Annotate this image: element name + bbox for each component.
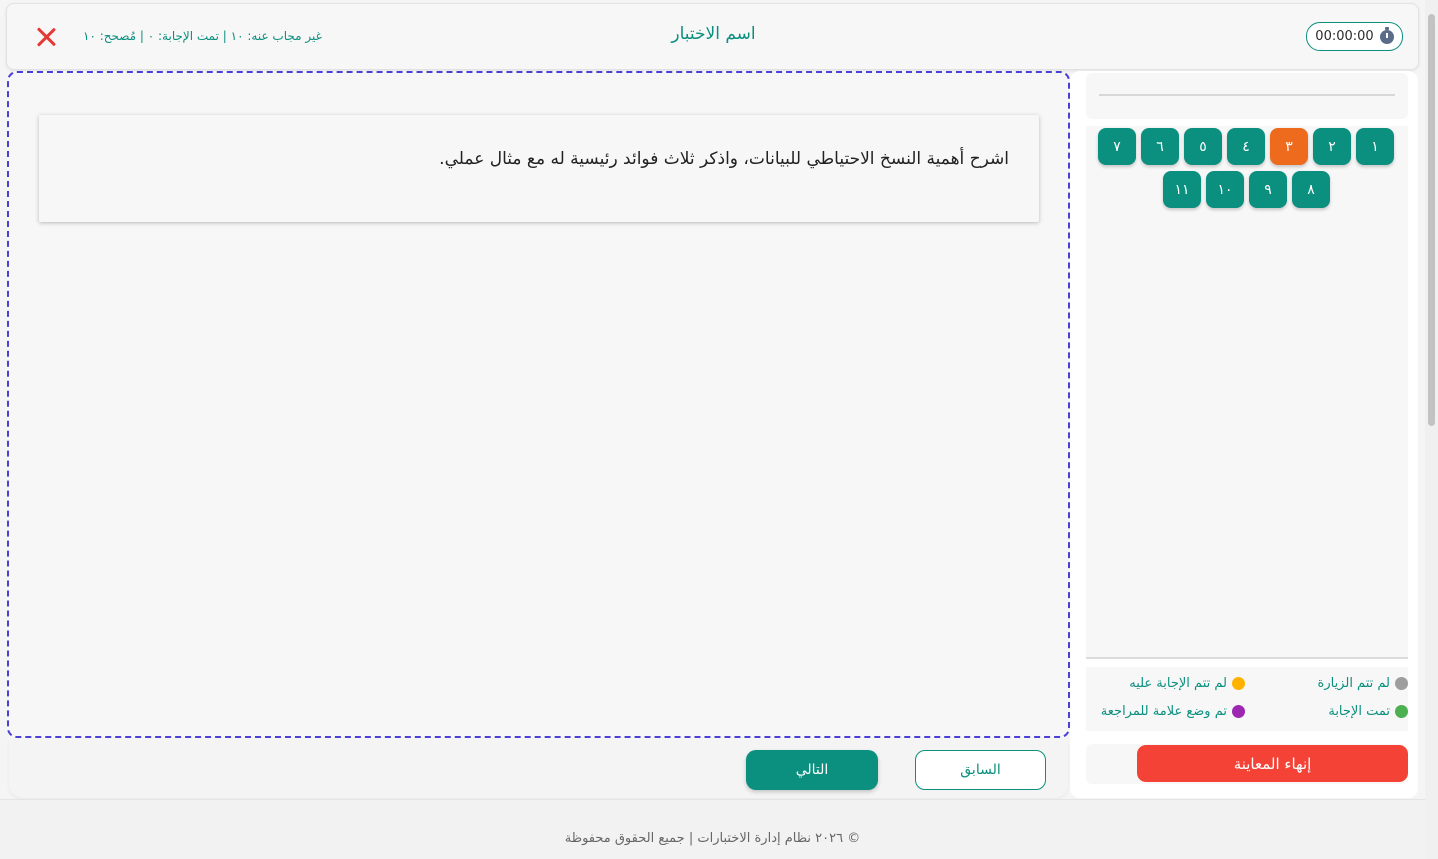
question-button-5[interactable]: ٥	[1184, 128, 1222, 165]
question-number-grid: ١ ٢ ٣ ٤ ٥ ٦ ٧ ٨ ٩ ١٠ ١١	[1086, 126, 1408, 659]
question-button-4[interactable]: ٤	[1227, 128, 1265, 165]
legend-not-visited: لم تتم الزيارة	[1318, 676, 1408, 691]
divider	[1099, 94, 1395, 96]
exam-preview-screen: 00:00:00 اسم الاختبار غير مجاب عنه: ١٠ |…	[0, 0, 1438, 859]
sidebar-header	[1086, 73, 1408, 119]
question-button-10[interactable]: ١٠	[1206, 171, 1244, 208]
yellow-dot-icon	[1232, 677, 1245, 690]
question-button-7[interactable]: ٧	[1098, 128, 1136, 165]
question-button-2[interactable]: ٢	[1313, 128, 1351, 165]
question-button-1[interactable]: ١	[1356, 128, 1394, 165]
finish-preview-button[interactable]: إنهاء المعاينة	[1137, 745, 1408, 782]
header-bar: 00:00:00 اسم الاختبار غير مجاب عنه: ١٠ |…	[6, 3, 1419, 70]
question-button-3[interactable]: ٣	[1270, 128, 1308, 165]
question-button-9[interactable]: ٩	[1249, 171, 1287, 208]
footer: © ٢٠٢٦ نظام إدارة الاختبارات | جميع الحق…	[0, 799, 1425, 859]
purple-dot-icon	[1232, 705, 1245, 718]
question-text: اشرح أهمية النسخ الاحتياطي للبيانات، واذ…	[439, 149, 1009, 169]
page-scrollbar[interactable]	[1425, 0, 1438, 859]
answer-stats: غير مجاب عنه: ١٠ | تمت الإجابة: ٠ | مُصح…	[83, 29, 322, 43]
question-area: اشرح أهمية النسخ الاحتياطي للبيانات، واذ…	[7, 71, 1070, 738]
gray-dot-icon	[1395, 677, 1408, 690]
question-card: اشرح أهمية النسخ الاحتياطي للبيانات، واذ…	[39, 115, 1039, 222]
sidebar: ١ ٢ ٣ ٤ ٥ ٦ ٧ ٨ ٩ ١٠ ١١ لم تتم الزيارة ل…	[1070, 71, 1418, 798]
close-icon[interactable]	[31, 22, 61, 52]
question-button-11[interactable]: ١١	[1163, 171, 1201, 208]
legend-not-answered: لم تتم الإجابة عليه	[1129, 676, 1245, 691]
status-legend: لم تتم الزيارة لم تتم الإجابة عليه تمت ا…	[1086, 667, 1408, 731]
footer-copyright: © ٢٠٢٦ نظام إدارة الاختبارات | جميع الحق…	[564, 831, 861, 846]
scrollbar-thumb[interactable]	[1428, 14, 1435, 426]
next-button[interactable]: التالي	[746, 750, 878, 790]
finish-container: إنهاء المعاينة	[1086, 744, 1408, 784]
green-dot-icon	[1395, 705, 1408, 718]
legend-answered: تمت الإجابة	[1328, 704, 1408, 719]
previous-button[interactable]: السابق	[915, 750, 1046, 790]
question-navigation-bar: السابق التالي	[9, 740, 1068, 798]
question-button-6[interactable]: ٦	[1141, 128, 1179, 165]
question-button-8[interactable]: ٨	[1292, 171, 1330, 208]
legend-marked-review: تم وضع علامة للمراجعة	[1101, 704, 1245, 719]
